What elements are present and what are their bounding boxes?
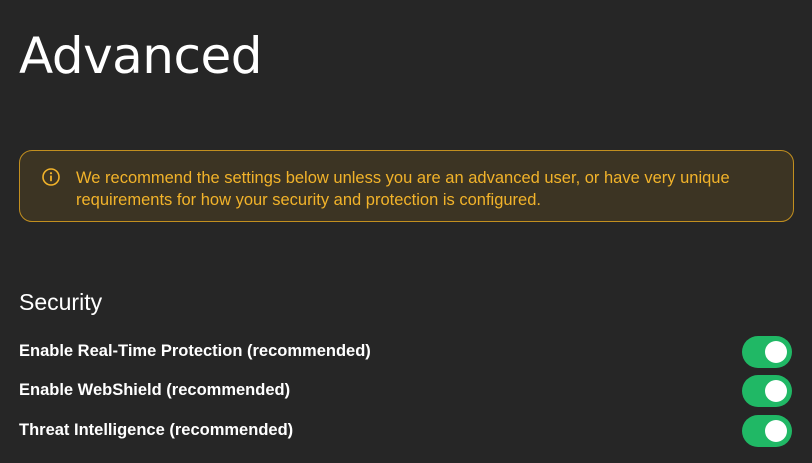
setting-row-webshield: Enable WebShield (recommended)	[19, 375, 792, 407]
setting-row-threat-intelligence: Threat Intelligence (recommended)	[19, 415, 792, 447]
advanced-settings-page: Advanced We recommend the settings below…	[0, 0, 812, 463]
threat-intelligence-toggle[interactable]	[742, 415, 792, 447]
webshield-toggle[interactable]	[742, 375, 792, 407]
warning-text: We recommend the settings below unless y…	[76, 169, 730, 209]
real-time-protection-toggle[interactable]	[742, 336, 792, 368]
toggle-knob	[765, 420, 787, 442]
section-title-security: Security	[19, 289, 103, 315]
toggle-knob	[765, 341, 787, 363]
recommendation-warning-banner: We recommend the settings below unless y…	[19, 150, 794, 222]
setting-label: Enable WebShield (recommended)	[19, 381, 291, 399]
page-title: Advanced	[19, 27, 262, 85]
setting-label: Threat Intelligence (recommended)	[19, 421, 294, 439]
setting-label: Enable Real-Time Protection (recommended…	[19, 342, 371, 360]
info-circle-icon	[42, 168, 60, 186]
setting-row-real-time-protection: Enable Real-Time Protection (recommended…	[19, 336, 792, 368]
toggle-knob	[765, 380, 787, 402]
